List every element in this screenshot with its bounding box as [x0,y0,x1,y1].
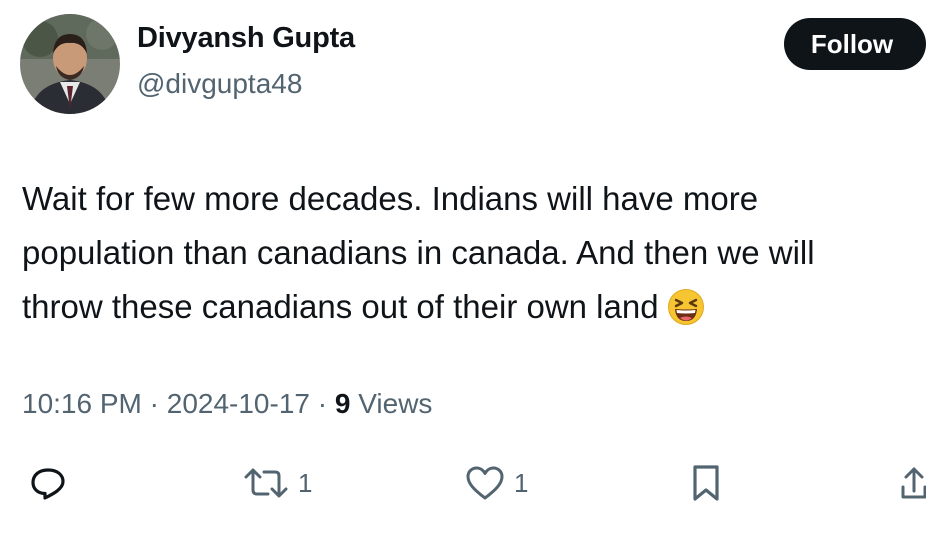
like-button[interactable]: 1 [464,455,528,511]
share-icon [898,463,926,503]
author-name[interactable]: Divyansh Gupta [137,22,355,55]
action-bar: 1 1 [0,455,926,511]
tweet-text-container: Wait for few more decades. Indians will … [22,172,902,334]
meta-separator: · [317,388,328,419]
tweet-date[interactable]: 2024-10-17 [167,388,310,419]
follow-button[interactable]: Follow [784,18,926,70]
tweet-time[interactable]: 10:16 PM [22,388,142,419]
heart-icon [464,463,506,503]
like-count: 1 [514,467,529,498]
retweet-button[interactable]: 1 [242,455,312,511]
author-handle[interactable]: @divgupta48 [137,68,302,100]
retweet-count: 1 [298,467,313,498]
meta-separator: · [149,388,159,419]
tweet-card: Divyansh Gupta @divgupta48 Follow Wait f… [0,0,926,535]
tweet-meta: 10:16 PM · 2024-10-17 · 9 Views [22,388,432,420]
avatar[interactable] [20,14,120,114]
views-label: Views [358,388,433,419]
reply-button[interactable] [28,455,68,511]
retweet-icon [242,463,290,503]
views-count: 9 [334,388,351,419]
reply-icon [28,463,68,503]
bookmark-button[interactable] [688,455,724,511]
bookmark-icon [688,463,724,503]
laughing-face-emoji-icon [667,288,705,326]
share-button[interactable] [898,455,926,511]
